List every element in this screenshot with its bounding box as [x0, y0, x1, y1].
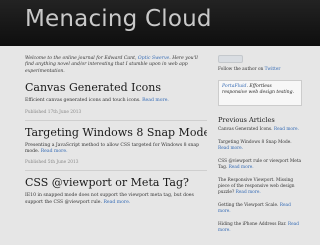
intro-text-before: Welcome to the online journal for Edward… [25, 56, 138, 61]
promo-box: PortaFluid. Effortless responsive web de… [218, 80, 302, 106]
previous-article-item: Hiding the iPhone Address Bar. Read more… [218, 222, 302, 234]
article-summary: Efficient canvas generated icons and tou… [25, 98, 207, 104]
main-content: Welcome to the online journal for Edward… [25, 52, 207, 245]
previous-article-item: Canvas Generated Icons. Read more. [218, 127, 302, 133]
previous-article-item: The Responsive Viewport. Missing piece o… [218, 178, 302, 196]
article: CSS @viewport or Meta Tag? IE10 in snapp… [25, 176, 207, 206]
previous-articles-heading: Previous Articles [218, 116, 275, 124]
twitter-link[interactable]: Twitter [265, 67, 281, 72]
article: Targeting Windows 8 Snap Mode Presenting… [25, 126, 207, 172]
read-more-link[interactable]: Read more. [142, 98, 169, 103]
article: Canvas Generated Icons Efficient canvas … [25, 81, 207, 121]
follow-text-before: Follow the author on [218, 67, 265, 72]
article-title[interactable]: CSS @viewport or Meta Tag? [25, 176, 207, 189]
published-date: Published 5th June 2013 [25, 160, 207, 172]
previous-article-text: Hiding the iPhone Address Bar. [218, 222, 287, 227]
intro-link[interactable]: Optic Swerve [138, 56, 169, 61]
article-title[interactable]: Canvas Generated Icons [25, 81, 207, 94]
promo-link[interactable]: PortaFluid [222, 84, 246, 89]
previous-article-item: Targeting Windows 8 Snap Mode. Read more… [218, 140, 302, 152]
site-title[interactable]: Menacing Cloud [25, 6, 212, 32]
read-more-link[interactable]: Read more. [236, 190, 261, 195]
article-summary: Presenting a JavaScript method to allow … [25, 143, 207, 156]
article-title[interactable]: Targeting Windows 8 Snap Mode [25, 126, 207, 139]
read-more-link[interactable]: Read more. [103, 200, 130, 205]
sidebar: Follow the author on Twitter PortaFluid.… [218, 52, 302, 245]
follow-text: Follow the author on Twitter [218, 67, 302, 72]
previous-article-item: CSS @viewport rule or viewport Meta Tag.… [218, 159, 302, 171]
read-more-link[interactable]: Read more. [274, 127, 299, 132]
article-summary: IE10 in snapped mode does not support th… [25, 193, 207, 206]
previous-article-text: Targeting Windows 8 Snap Mode. [218, 140, 292, 145]
read-more-link[interactable]: Read more. [41, 149, 68, 154]
previous-article-item: Getting the Viewport Scale. Read more. [218, 203, 302, 215]
twitter-follow-button[interactable] [218, 55, 243, 63]
previous-article-text: Getting the Viewport Scale. [218, 203, 279, 208]
read-more-link[interactable]: Read more. [229, 165, 254, 170]
previous-article-text: Canvas Generated Icons. [218, 127, 273, 132]
intro-text: Welcome to the online journal for Edward… [25, 56, 207, 75]
read-more-link[interactable]: Read more. [218, 146, 243, 151]
article-summary-text: Efficient canvas generated icons and tou… [25, 98, 141, 104]
site-header: Menacing Cloud [0, 0, 320, 46]
published-date: Published 17th June 2013 [25, 110, 207, 121]
